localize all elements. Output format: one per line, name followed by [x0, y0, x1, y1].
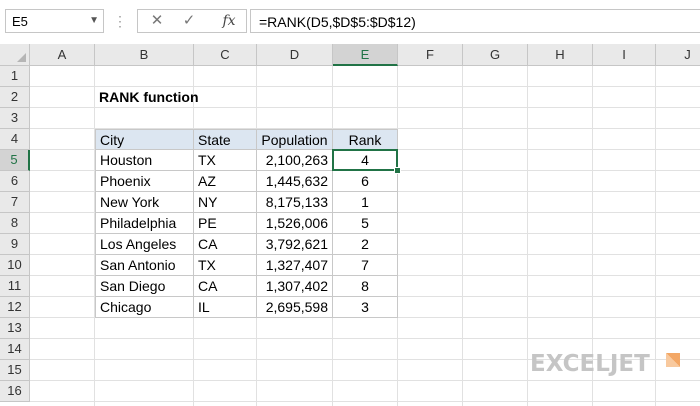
row-header-14[interactable]: 14: [0, 339, 30, 360]
table-cell[interactable]: Phoenix: [95, 171, 194, 192]
active-cell-border[interactable]: [332, 149, 398, 171]
gridline: [527, 66, 528, 406]
table-header-rank[interactable]: Rank: [333, 129, 398, 150]
logo-text: EXCELJET: [530, 351, 650, 377]
row-header-8[interactable]: 8: [0, 213, 30, 234]
table-cell[interactable]: San Antonio: [95, 255, 194, 276]
table-cell[interactable]: CA: [194, 276, 257, 297]
gridline: [462, 66, 463, 406]
table-cell[interactable]: 2: [333, 234, 398, 255]
table-cell[interactable]: 1,445,632: [257, 171, 333, 192]
table-cell[interactable]: 3,792,621: [257, 234, 333, 255]
enter-icon[interactable]: ✓: [178, 12, 200, 30]
row-header-11[interactable]: 11: [0, 276, 30, 297]
column-header-j[interactable]: J: [656, 44, 700, 66]
row-header-6[interactable]: 6: [0, 171, 30, 192]
more-options-icon[interactable]: ⋮: [112, 10, 128, 32]
cancel-icon[interactable]: ✕: [146, 12, 168, 30]
exceljet-logo-svg: EXCELJET: [530, 351, 680, 377]
table-cell[interactable]: AZ: [194, 171, 257, 192]
formula-buttons: ✕ ✓ fx: [137, 9, 247, 33]
column-header-i[interactable]: I: [593, 44, 656, 66]
table-cell[interactable]: TX: [194, 255, 257, 276]
table-cell[interactable]: Philadelphia: [95, 213, 194, 234]
table-cell[interactable]: Los Angeles: [95, 234, 194, 255]
row-header-1[interactable]: 1: [0, 66, 30, 87]
table-cell[interactable]: 1: [333, 192, 398, 213]
table-cell[interactable]: 8: [333, 276, 398, 297]
table-cell[interactable]: TX: [194, 150, 257, 171]
column-header-d[interactable]: D: [257, 44, 333, 66]
table-header-state[interactable]: State: [194, 129, 257, 150]
gridline: [30, 380, 700, 381]
table-cell[interactable]: 2,100,263: [257, 150, 333, 171]
select-all-corner[interactable]: [0, 44, 30, 66]
table-cell[interactable]: 3: [333, 297, 398, 318]
insert-function-icon[interactable]: fx: [218, 12, 240, 30]
row-header-12[interactable]: 12: [0, 297, 30, 318]
column-header-e[interactable]: E: [333, 44, 398, 66]
name-box-value: E5: [12, 14, 28, 29]
table-cell[interactable]: PE: [194, 213, 257, 234]
name-box[interactable]: E5 ▼: [5, 9, 104, 33]
formula-input[interactable]: =RANK(D5,$D$5:$D$12): [250, 9, 700, 33]
fill-handle[interactable]: [394, 167, 401, 174]
row-header-4[interactable]: 4: [0, 129, 30, 150]
table-cell[interactable]: 6: [333, 171, 398, 192]
table-cell[interactable]: 1,526,006: [257, 213, 333, 234]
table-cell[interactable]: IL: [194, 297, 257, 318]
table-header-city[interactable]: City: [95, 129, 194, 150]
gridline: [30, 338, 700, 339]
table-cell[interactable]: 1,307,402: [257, 276, 333, 297]
formula-bar-area: E5 ▼ ⋮ ✕ ✓ fx =RANK(D5,$D$5:$D$12): [0, 0, 700, 44]
table-cell[interactable]: 1,327,407: [257, 255, 333, 276]
row-header-15[interactable]: 15: [0, 360, 30, 381]
column-header-b[interactable]: B: [95, 44, 194, 66]
row-header-13[interactable]: 13: [0, 318, 30, 339]
column-header-f[interactable]: F: [398, 44, 463, 66]
table-cell[interactable]: 2,695,598: [257, 297, 333, 318]
table-cell[interactable]: CA: [194, 234, 257, 255]
table-cell[interactable]: 7: [333, 255, 398, 276]
row-header-10[interactable]: 10: [0, 255, 30, 276]
table-header-population[interactable]: Population: [257, 129, 333, 150]
table-cell[interactable]: San Diego: [95, 276, 194, 297]
table-cell[interactable]: 5: [333, 213, 398, 234]
row-header-3[interactable]: 3: [0, 108, 30, 129]
table-cell[interactable]: Houston: [95, 150, 194, 171]
column-header-c[interactable]: C: [194, 44, 257, 66]
row-header-5[interactable]: 5: [0, 150, 30, 171]
row-header-16[interactable]: 16: [0, 381, 30, 402]
column-header-h[interactable]: H: [528, 44, 593, 66]
chevron-down-icon[interactable]: ▼: [89, 15, 99, 26]
exceljet-logo: EXCELJET: [530, 347, 690, 377]
row-header-9[interactable]: 9: [0, 234, 30, 255]
column-header-a[interactable]: A: [30, 44, 95, 66]
formula-text: =RANK(D5,$D$5:$D$12): [259, 14, 416, 30]
sheet-title[interactable]: RANK function: [95, 87, 199, 108]
row-header-7[interactable]: 7: [0, 192, 30, 213]
column-header-g[interactable]: G: [463, 44, 528, 66]
table-cell[interactable]: Chicago: [95, 297, 194, 318]
row-header-2[interactable]: 2: [0, 87, 30, 108]
table-cell[interactable]: 8,175,133: [257, 192, 333, 213]
table-cell[interactable]: New York: [95, 192, 194, 213]
table-cell[interactable]: NY: [194, 192, 257, 213]
gridline: [30, 401, 700, 402]
